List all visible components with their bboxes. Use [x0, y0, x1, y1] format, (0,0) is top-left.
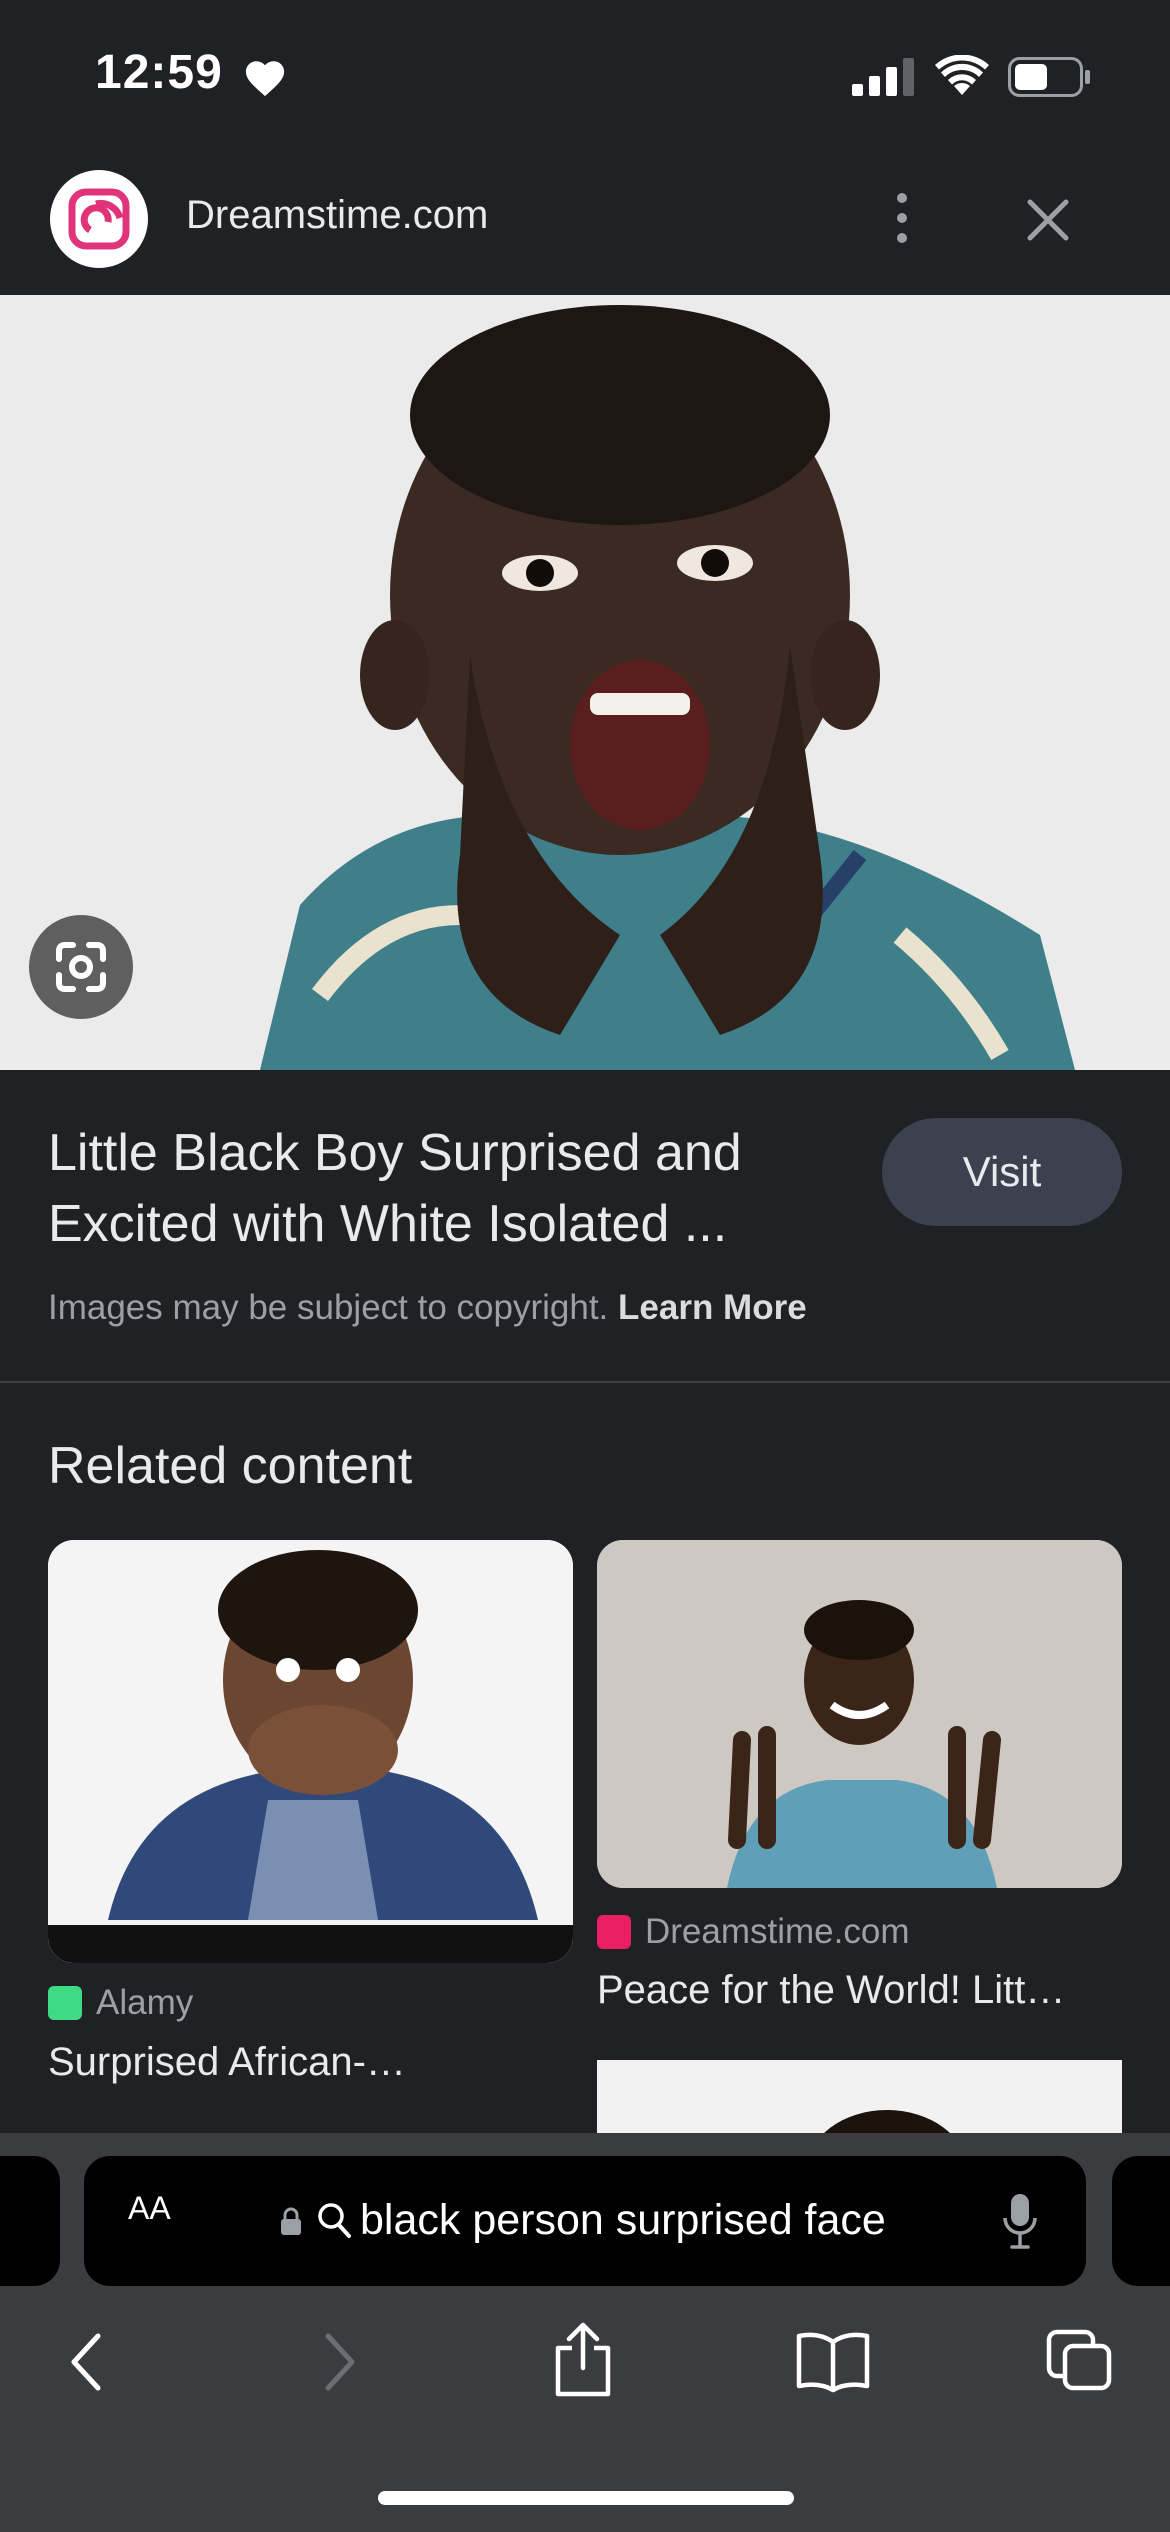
bookmarks-icon[interactable] [795, 2330, 871, 2394]
site-logo[interactable] [50, 170, 148, 268]
address-query-text[interactable]: black person surprised face [360, 2196, 886, 2245]
reader-aa-button[interactable]: AA [128, 2180, 171, 2230]
back-icon[interactable] [66, 2330, 106, 2394]
related-card-2-caption[interactable]: Peace for the World! Litt… [597, 1968, 1065, 2013]
share-icon[interactable] [550, 2322, 616, 2398]
result-title-line1: Little Black Boy Surprised and [48, 1124, 742, 1182]
learn-more-link[interactable]: Learn More [618, 1288, 807, 1327]
dreamstime-logo-icon [68, 188, 130, 250]
lock-icon [281, 2207, 301, 2235]
wifi-icon [935, 55, 989, 95]
related-card-1-source: Alamy [48, 1983, 193, 2023]
site-name[interactable]: Dreamstime.com [186, 193, 488, 238]
alamy-favicon-icon [48, 1986, 82, 2020]
copyright-notice: Images may be subject to copyright. Lear… [48, 1288, 807, 1328]
dreamstime-favicon-icon [597, 1915, 631, 1949]
boy-peace-sign-illustration [597, 1540, 1122, 1888]
related-card-1-image[interactable] [48, 1540, 573, 1963]
copyright-text: Images may be subject to copyright. [48, 1288, 609, 1327]
related-card-1-caption[interactable]: Surprised African-… [48, 2040, 406, 2085]
signal-icon [852, 58, 914, 96]
boy-covering-mouth-illustration [48, 1540, 573, 1963]
result-title-line2: Excited with White Isolated ... [48, 1195, 728, 1253]
boy-surprised-illustration [0, 295, 1170, 1070]
forward-icon[interactable] [320, 2330, 360, 2394]
status-time: 12:59 [95, 46, 223, 99]
main-image[interactable] [0, 295, 1170, 1070]
result-title[interactable]: Little Black Boy Surprised and Excited w… [48, 1118, 828, 1260]
next-tab-preview[interactable] [1112, 2156, 1170, 2286]
related-card-2-image[interactable] [597, 1540, 1122, 1888]
close-icon[interactable] [1020, 192, 1076, 248]
search-icon [318, 2203, 351, 2238]
visit-button[interactable]: Visit [882, 1118, 1122, 1226]
tabs-icon[interactable] [1045, 2328, 1115, 2392]
more-options-icon[interactable] [880, 188, 924, 248]
related-content-heading: Related content [48, 1437, 413, 1495]
battery-icon [1008, 57, 1090, 97]
related-card-2-source: Dreamstime.com [597, 1912, 909, 1952]
home-indicator [378, 2491, 794, 2505]
aa-label: AA [128, 2190, 171, 2226]
lens-search-button[interactable] [29, 915, 133, 1019]
heart-icon [245, 61, 285, 97]
previous-tab-preview[interactable] [0, 2156, 60, 2286]
lens-icon [56, 942, 106, 992]
section-divider [0, 1381, 1170, 1383]
microphone-icon[interactable] [1002, 2192, 1038, 2250]
